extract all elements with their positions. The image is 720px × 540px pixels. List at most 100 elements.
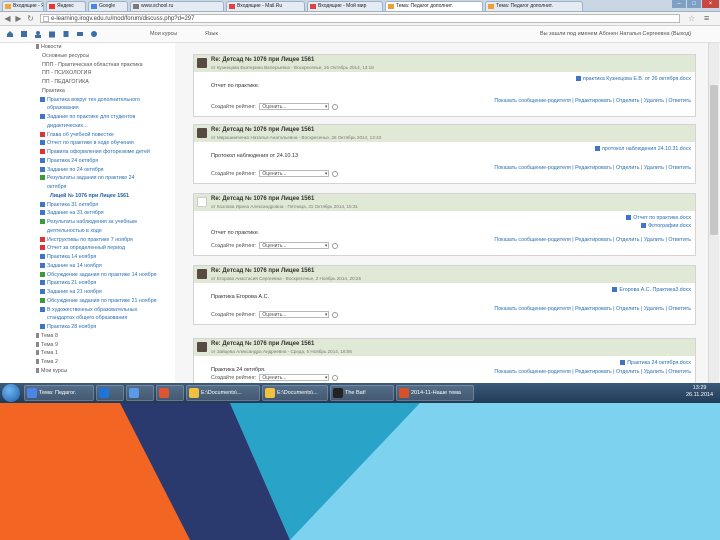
browser-tab[interactable]: Тема: Педагог дополнит. (485, 1, 583, 11)
sidebar-item[interactable]: Практика 28 ноября (40, 324, 96, 330)
browser-tab[interactable]: Яндекс (46, 1, 86, 11)
rate-submit-icon[interactable] (332, 103, 339, 110)
sidebar-item[interactable]: Задание на 21 ноября (40, 289, 102, 295)
menu-my-courses[interactable]: Мои курсы (150, 31, 177, 37)
sidebar-item[interactable]: Задание на 14 ноября (40, 262, 102, 269)
avatar[interactable] (197, 58, 207, 68)
attachment-link[interactable]: практика Кузнецова Е.В. от 26 октября.do… (575, 76, 691, 82)
sidebar-item[interactable]: Практика вокруг тех дополнительного (40, 96, 140, 103)
messages-icon[interactable] (76, 30, 84, 38)
browser-tab[interactable]: www.school.ru (130, 1, 224, 11)
sidebar-item[interactable]: Результаты наблюдения за учебным (40, 219, 137, 225)
settings-icon[interactable] (90, 30, 98, 38)
avatar[interactable] (197, 197, 207, 207)
post-author[interactable]: от Кузнецова Екатерина Валерьевна - Воск… (211, 65, 374, 70)
rating-select[interactable]: Оценить... ▾ (259, 170, 330, 177)
post-actions[interactable]: Показать сообщение-родителя | Редактиров… (494, 165, 691, 171)
dashboard-icon[interactable] (20, 30, 28, 38)
post-author[interactable]: от Егорова Анастасия Сергеевна - Воскрес… (211, 276, 361, 281)
taskbar-item[interactable]: E:\Documents\... (186, 385, 260, 401)
sidebar-item[interactable]: Новости (36, 44, 62, 50)
sidebar-item[interactable]: октября (47, 184, 66, 190)
sidebar-item[interactable]: ПП - ПСИХОЛОГИЯ (42, 70, 91, 76)
post-actions[interactable]: Показать сообщение-родителя | Редактиров… (494, 306, 691, 312)
home-icon[interactable] (6, 30, 14, 38)
sidebar-item[interactable]: стандартах общего образования (47, 315, 127, 321)
rating-select[interactable]: Оценить... ▾ (259, 374, 330, 381)
bookmark-star-icon[interactable]: ☆ (688, 14, 695, 23)
avatar[interactable] (197, 342, 207, 352)
sidebar-item[interactable]: Отчет за определенный период (40, 245, 125, 251)
taskbar-item[interactable]: Тема: Педагог. (24, 385, 94, 401)
rating-select[interactable]: Оценить... ▾ (259, 103, 330, 110)
attachment-link[interactable]: протокол наблюдения 24.10.31.docx (595, 146, 691, 152)
sidebar-item[interactable]: ПП - ПЕДАГОГИКА (42, 79, 89, 85)
sidebar-item[interactable]: Тема 9 (36, 341, 58, 348)
sidebar-item[interactable]: Тема 1 (36, 350, 58, 356)
sidebar-item[interactable]: Отчет по практике в ходе обучения (40, 140, 134, 146)
sidebar-item[interactable]: образования (47, 105, 79, 111)
post-actions[interactable]: Показать сообщение-родителя | Редактиров… (494, 237, 691, 243)
attachment-link[interactable]: Егорова А.С. Практика3.docx (612, 287, 691, 293)
post-actions[interactable]: Показать сообщение-родителя | Редактиров… (494, 98, 691, 104)
taskbar-item[interactable]: 2014-11-Наше тема (396, 385, 474, 401)
sidebar-item[interactable]: Правила оформления фоторезюме детей (40, 149, 150, 155)
user-icon[interactable] (34, 30, 42, 38)
attachment-link[interactable]: Практика 24 октября.docx (620, 360, 691, 366)
post-author[interactable]: от Козлова Ирина Александровна - Пятница… (211, 204, 358, 209)
browser-tab[interactable]: Входящие - Мой мир (307, 1, 383, 11)
sidebar-item[interactable]: Задание на 31 октября (40, 210, 104, 216)
sidebar-item[interactable]: Лицей № 1076 при Лицее 1561 (50, 193, 129, 199)
reload-icon[interactable]: ↻ (26, 14, 35, 23)
sidebar-item[interactable]: Практика 21 ноября (40, 280, 96, 286)
avatar[interactable] (197, 269, 207, 279)
rate-submit-icon[interactable] (332, 374, 339, 381)
sidebar-item[interactable]: Обсуждение задания по практике 14 ноября (40, 271, 156, 278)
menu-language[interactable]: Язык (205, 31, 218, 37)
sidebar-item[interactable]: Задание по практике для студентов (40, 114, 135, 120)
rating-select[interactable]: Оценить... ▾ (259, 242, 330, 249)
sidebar-item[interactable]: В художественных образовательных (40, 306, 137, 313)
post-actions[interactable]: Показать сообщение-родителя | Редактиров… (494, 369, 691, 375)
sidebar-item[interactable]: Задание по 24 октября (40, 166, 104, 173)
attachment-link[interactable]: Отчет по практике.docx (626, 215, 691, 221)
post-author[interactable]: от Мирошниченко Наталья Анатольевна - Во… (211, 135, 381, 140)
menu-icon[interactable]: ≡ (704, 13, 709, 23)
browser-tab[interactable]: Тема: Педагог дополнит. (385, 1, 483, 11)
rate-submit-icon[interactable] (332, 242, 339, 249)
sidebar-item[interactable]: Мои курсы (36, 367, 67, 374)
sidebar-item[interactable]: дидактических... (47, 123, 88, 129)
sidebar-item[interactable]: Обсуждение задания по практике 21 ноября (40, 297, 156, 304)
sidebar-item[interactable]: Результаты задания по практике 24 (40, 175, 135, 181)
minimize-button[interactable]: – (672, 0, 686, 8)
sidebar-item[interactable]: Глава об учебной повестке (40, 131, 114, 138)
maximize-button[interactable]: □ (687, 0, 701, 8)
start-button[interactable] (2, 384, 20, 402)
taskbar-item[interactable] (156, 385, 184, 401)
rating-select[interactable]: Оценить... ▾ (259, 311, 330, 318)
close-window-button[interactable]: × (702, 0, 719, 8)
taskbar-item[interactable] (96, 385, 124, 401)
taskbar-item[interactable] (126, 385, 154, 401)
sidebar-item[interactable]: Практика 31 октября (40, 201, 98, 208)
sidebar-item[interactable]: Практика 24 октября (40, 157, 98, 164)
post-author[interactable]: от Зайцева Александра Андреевна - Среда,… (211, 349, 352, 354)
user-status[interactable]: Вы зашли под именем Абонен Наталья Серге… (540, 31, 691, 37)
sidebar-item[interactable]: Основные ресурсы (42, 53, 89, 59)
browser-tab[interactable]: Входящие - Mail.Ru (226, 1, 305, 11)
back-icon[interactable]: ◀ (3, 14, 12, 23)
url-input[interactable]: e-learning.irogv.edu.ru/mod/forum/discus… (40, 14, 680, 23)
taskbar-item[interactable]: E:\Documents\... (262, 385, 328, 401)
calendar-icon[interactable] (48, 30, 56, 38)
sidebar-item[interactable]: Практика (42, 88, 65, 94)
sidebar-item[interactable]: деятельностью в ходе (47, 228, 102, 234)
sidebar-item[interactable]: ППП - Практическая областная практика (42, 62, 143, 68)
forward-icon[interactable]: ▶ (14, 14, 23, 23)
sidebar-item[interactable]: Тема 2 (36, 359, 58, 365)
sidebar-item[interactable]: Тема 8 (36, 332, 58, 339)
files-icon[interactable] (62, 30, 70, 38)
browser-tab[interactable]: Google (88, 1, 128, 11)
rate-submit-icon[interactable] (332, 311, 339, 318)
sidebar-item[interactable]: Практика 14 ноября (40, 254, 96, 260)
sidebar-item[interactable]: Инструктивы по практике 7 ноября (40, 236, 133, 243)
